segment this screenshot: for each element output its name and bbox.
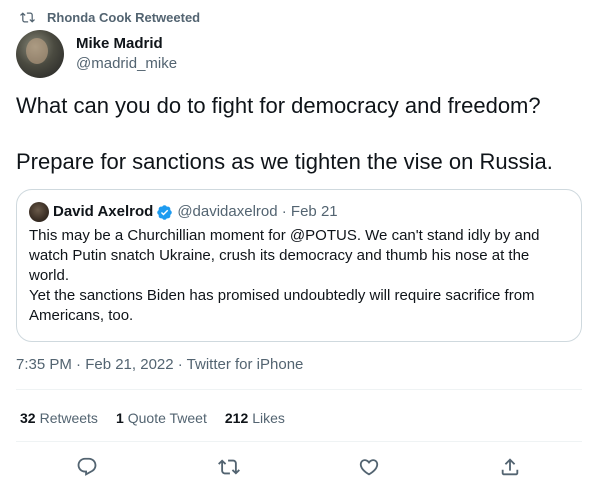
share-button[interactable] xyxy=(499,456,521,478)
author-display-name[interactable]: Mike Madrid xyxy=(76,34,177,54)
verified-badge-icon xyxy=(157,204,173,220)
retweet-banner-text: Rhonda Cook Retweeted xyxy=(47,9,201,25)
reply-icon xyxy=(77,457,97,476)
author-names: Mike Madrid @madrid_mike xyxy=(76,34,177,74)
retweets-stat[interactable]: 32 Retweets xyxy=(20,409,98,427)
share-icon xyxy=(501,458,519,476)
tweet-actions xyxy=(0,454,598,480)
reply-button[interactable] xyxy=(76,456,98,478)
quoted-tweet[interactable]: David Axelrod @davidaxelrod · Feb 21 Thi… xyxy=(16,189,582,342)
quoted-handle-date: @davidaxelrod · Feb 21 xyxy=(177,203,338,220)
likes-stat[interactable]: 212 Likes xyxy=(225,409,285,427)
tweet-timestamp[interactable]: 7:35 PM · Feb 21, 2022 · Twitter for iPh… xyxy=(16,355,303,375)
tweet-stats: 32 Retweets 1 Quote Tweet 212 Likes xyxy=(20,409,303,427)
retweet-icon xyxy=(20,11,35,23)
retweet-icon xyxy=(218,459,240,475)
retweet-button[interactable] xyxy=(218,456,240,478)
like-icon xyxy=(359,459,379,476)
retweet-banner[interactable]: Rhonda Cook Retweeted xyxy=(20,9,200,25)
like-button[interactable] xyxy=(358,456,380,478)
quoted-tweet-header: David Axelrod @davidaxelrod · Feb 21 xyxy=(29,202,569,222)
quote-tweets-stat[interactable]: 1 Quote Tweet xyxy=(116,409,207,427)
quoted-tweet-text: This may be a Churchillian moment for @P… xyxy=(29,227,540,324)
avatar[interactable] xyxy=(16,30,64,78)
author-handle[interactable]: @madrid_mike xyxy=(76,54,177,74)
retweets-count: 32 xyxy=(20,410,36,426)
retweets-label: Retweets xyxy=(39,410,98,426)
likes-count: 212 xyxy=(224,410,249,426)
quote-tweets-label: Quote Tweet xyxy=(127,410,207,426)
quoted-avatar xyxy=(29,202,49,222)
tweet-text: What can you do to fight for democracy a… xyxy=(16,93,553,174)
quoted-display-name: David Axelrod xyxy=(53,203,154,220)
divider xyxy=(16,389,582,390)
quote-tweets-count: 1 xyxy=(115,410,124,426)
likes-label: Likes xyxy=(252,410,285,426)
divider xyxy=(16,441,582,442)
tweet-author: Mike Madrid @madrid_mike xyxy=(16,30,177,78)
